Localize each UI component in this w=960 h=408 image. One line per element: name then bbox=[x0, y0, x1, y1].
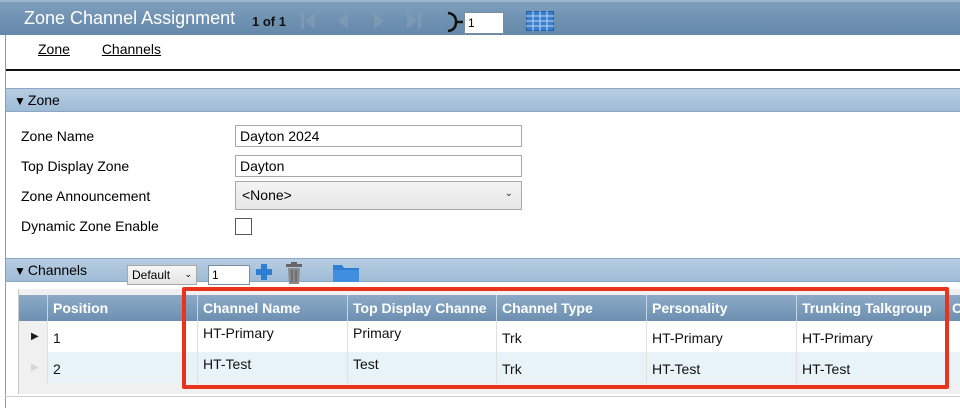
column-header-more[interactable]: C bbox=[946, 295, 960, 321]
zone-name-label: Zone Name bbox=[21, 128, 95, 144]
pager-text: 1 of 1 bbox=[252, 14, 286, 29]
cell-channel-type[interactable]: Trk bbox=[496, 321, 646, 352]
column-header-personality[interactable]: Personality bbox=[646, 295, 796, 321]
column-header-position[interactable]: Position bbox=[47, 295, 197, 321]
title-bar: Zone Channel Assignment 1 of 1 1 bbox=[0, 0, 960, 35]
cell-channel-name[interactable]: HT-Test bbox=[197, 352, 347, 383]
top-display-zone-label: Top Display Zone bbox=[21, 158, 130, 174]
chevron-down-icon: ⌄ bbox=[184, 269, 192, 279]
count-input[interactable]: 1 bbox=[208, 265, 250, 285]
zone-name-input[interactable]: Dayton 2024 bbox=[235, 125, 522, 147]
main-panel: Zone Channels ▼ Zone Zone Name Dayton 202… bbox=[5, 35, 960, 408]
page-number-input[interactable]: 1 bbox=[464, 12, 504, 34]
cell-position[interactable]: 1 bbox=[47, 321, 197, 352]
bottom-divider bbox=[5, 396, 960, 397]
zone-section-header[interactable]: ▼ Zone bbox=[6, 88, 960, 112]
trash-icon[interactable] bbox=[284, 261, 304, 288]
window-title: Zone Channel Assignment bbox=[24, 8, 236, 28]
table-row[interactable]: ▶ 1 HT-Primary Primary Trk HT-Primary HT… bbox=[19, 321, 960, 352]
grid-header: Position Channel Name Top Display Channe… bbox=[19, 295, 960, 321]
tab-channels[interactable]: Channels bbox=[102, 41, 161, 57]
column-header-channel-type[interactable]: Channel Type bbox=[496, 295, 646, 321]
channels-grid: Position Channel Name Top Display Channe… bbox=[18, 289, 960, 394]
channels-section-label: Channels bbox=[27, 262, 88, 278]
cell-top-display-channel[interactable]: Primary bbox=[347, 321, 496, 352]
first-page-icon[interactable] bbox=[300, 11, 315, 31]
cell-personality[interactable]: HT-Test bbox=[646, 352, 796, 383]
chevron-down-icon: ⌄ bbox=[504, 188, 513, 199]
last-page-icon[interactable] bbox=[406, 11, 421, 31]
cell-trunking-talkgroup[interactable]: HT-Primary bbox=[796, 321, 946, 352]
cell-channel-name[interactable]: HT-Primary bbox=[197, 321, 347, 352]
tab-divider bbox=[6, 69, 960, 71]
cell-trunking-talkgroup[interactable]: HT-Test bbox=[796, 352, 946, 383]
prev-page-icon[interactable] bbox=[336, 11, 350, 31]
next-page-icon[interactable] bbox=[372, 11, 386, 31]
zone-section-label: Zone bbox=[27, 92, 60, 108]
column-header-channel-name[interactable]: Channel Name bbox=[197, 295, 347, 321]
cell-top-display-channel[interactable]: Test bbox=[347, 352, 496, 383]
view-select-value: Default bbox=[132, 268, 171, 282]
collapse-triangle-icon[interactable]: ▼ bbox=[14, 264, 26, 278]
go-to-page-icon[interactable] bbox=[446, 10, 464, 37]
zone-announcement-label: Zone Announcement bbox=[21, 188, 151, 204]
row-marker-icon: ▶ bbox=[31, 362, 39, 373]
folder-icon[interactable] bbox=[332, 261, 360, 286]
column-header-top-display-channel[interactable]: Top Display Channe bbox=[347, 295, 496, 321]
table-row[interactable]: ▶ 2 HT-Test Test Trk HT-Test HT-Test bbox=[19, 352, 960, 383]
column-header-trunking-talkgroup[interactable]: Trunking Talkgroup bbox=[796, 295, 946, 321]
dynamic-zone-enable-label: Dynamic Zone Enable bbox=[21, 218, 159, 234]
grid-view-icon[interactable] bbox=[526, 11, 554, 34]
top-display-zone-input[interactable]: Dayton bbox=[235, 155, 522, 177]
add-icon[interactable] bbox=[254, 261, 274, 286]
current-row-icon: ▶ bbox=[31, 331, 39, 342]
row-header-corner bbox=[19, 295, 47, 321]
dynamic-zone-enable-checkbox[interactable] bbox=[235, 218, 252, 235]
view-select[interactable]: Default ⌄ bbox=[127, 265, 197, 285]
tab-strip: Zone Channels bbox=[38, 41, 189, 57]
tab-zone[interactable]: Zone bbox=[38, 41, 70, 57]
cell-personality[interactable]: HT-Primary bbox=[646, 321, 796, 352]
cell-position[interactable]: 2 bbox=[47, 352, 197, 383]
cell-channel-type[interactable]: Trk bbox=[496, 352, 646, 383]
zone-announcement-select[interactable]: <None> ⌄ bbox=[235, 181, 522, 210]
zone-announcement-value: <None> bbox=[242, 187, 292, 203]
collapse-triangle-icon[interactable]: ▼ bbox=[14, 94, 26, 108]
